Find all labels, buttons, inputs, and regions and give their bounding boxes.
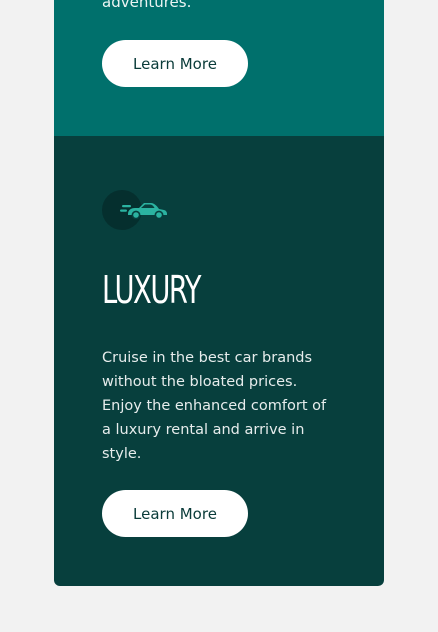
sports-car-glyph xyxy=(120,203,167,220)
previous-feature-card: adventures. Learn More xyxy=(54,0,384,136)
sports-car-icon xyxy=(102,190,172,230)
feature-description: Cruise in the best car brands without th… xyxy=(102,350,327,462)
learn-more-button[interactable]: Learn More xyxy=(102,490,248,537)
page: adventures. Learn More LUXURY Cruise in … xyxy=(0,0,438,632)
feature-title: LUXURY xyxy=(102,268,201,312)
luxury-feature-card: LUXURY Cruise in the best car brands wit… xyxy=(54,136,384,586)
learn-more-button[interactable]: Learn More xyxy=(102,40,248,87)
previous-card-description: adventures. xyxy=(102,0,192,11)
